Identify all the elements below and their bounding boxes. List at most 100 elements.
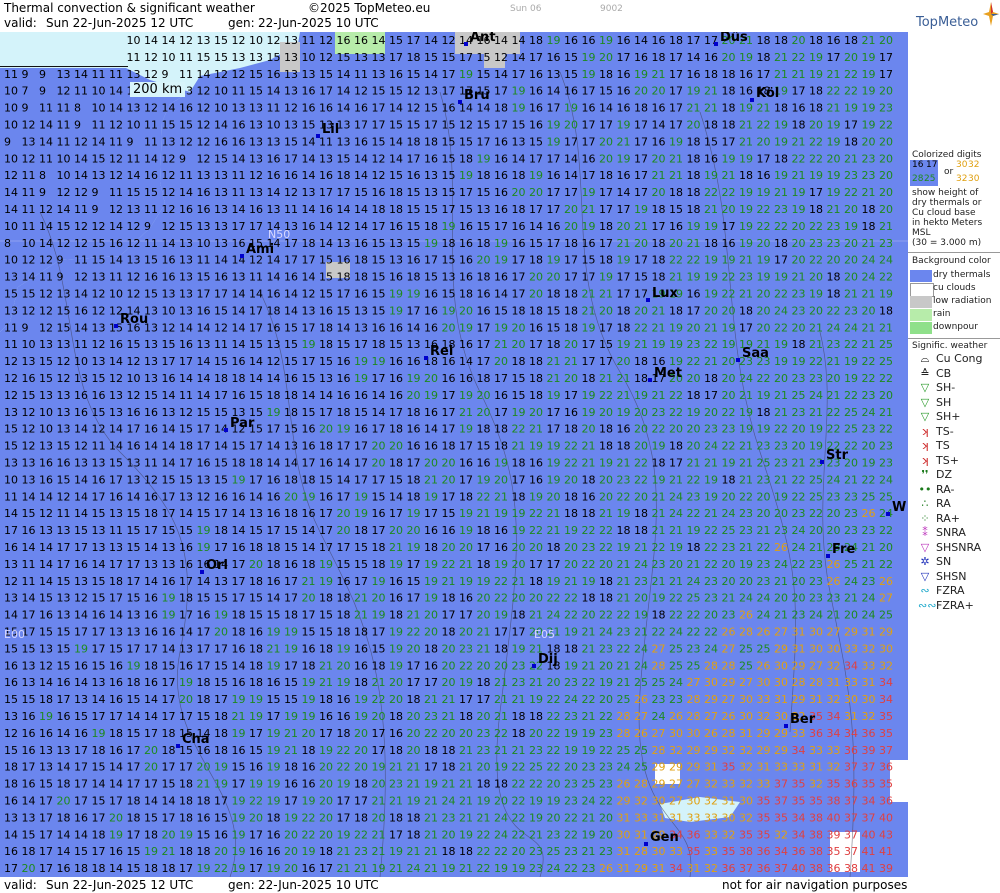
grid-value: 21 xyxy=(512,575,526,588)
city-label[interactable]: Dij xyxy=(538,652,558,667)
grid-value: 14 xyxy=(249,490,263,503)
grid-value: 22 xyxy=(774,288,788,301)
thermal-map[interactable]: 10 14 14 12 13 15 12 10 12 13 11 12 16 16 14 15 17 14 12 14… xyxy=(0,32,908,877)
grid-value: 24 xyxy=(774,304,788,317)
city-label[interactable]: Saa xyxy=(742,346,769,361)
legend-swatch xyxy=(910,270,932,282)
grid-value: 18 xyxy=(162,727,176,740)
grid-value: 20 xyxy=(407,524,421,537)
grid-value: 24 xyxy=(809,609,823,622)
grid-value: 20 xyxy=(22,862,36,875)
city-label[interactable]: Ami xyxy=(246,242,274,257)
city-label[interactable]: Gen xyxy=(650,830,679,845)
grid-value: 15 xyxy=(92,237,106,250)
grid-value: 18 xyxy=(424,642,438,655)
grid-value: 18 xyxy=(512,304,526,317)
grid-value: 13 xyxy=(39,389,53,402)
grid-value: 24 xyxy=(669,507,683,520)
city-label[interactable]: Düs xyxy=(720,32,748,45)
grid-value: 16 xyxy=(302,761,316,774)
grid-value: 14 xyxy=(57,761,71,774)
grid-value: 12 xyxy=(232,34,246,47)
grid-value: 22 xyxy=(214,862,228,875)
grid-value: 19 xyxy=(809,288,823,301)
grid-value: 17 xyxy=(162,507,176,520)
city-label[interactable]: Met xyxy=(654,366,682,381)
grid-value: 20 xyxy=(722,558,736,571)
city-label[interactable]: Orl xyxy=(206,558,228,573)
grid-value: 23 xyxy=(704,423,718,436)
grid-value: 25 xyxy=(529,761,543,774)
grid-value: 18 xyxy=(477,676,491,689)
grid-value: 22 xyxy=(564,440,578,453)
city-label[interactable]: Lil xyxy=(322,122,339,137)
city-label[interactable]: W xyxy=(892,500,906,515)
grid-value: 18 xyxy=(599,592,613,605)
grid-value: 25 xyxy=(879,355,893,368)
grid-value: 23 xyxy=(617,626,631,639)
grid-value: 25 xyxy=(687,592,701,605)
grid-value: 15 xyxy=(214,659,228,672)
grid-value: 12 xyxy=(127,288,141,301)
grid-value: 21 xyxy=(582,626,596,639)
grid-value: 21 xyxy=(634,541,648,554)
grid-value: 12 xyxy=(57,237,71,250)
city-label[interactable]: Fre xyxy=(832,542,855,557)
grid-value: 23 xyxy=(757,558,771,571)
grid-value: 16 xyxy=(302,642,316,655)
grid-value: 14 xyxy=(687,51,701,64)
grid-value: 14 xyxy=(214,119,228,132)
grid-value: 19 xyxy=(704,254,718,267)
city-label[interactable]: Ber xyxy=(790,712,815,727)
grid-value: 12 xyxy=(179,135,193,148)
grid-value: 18 xyxy=(757,406,771,419)
grid-value: 14 xyxy=(92,693,106,706)
shower-icon: ▽ xyxy=(918,396,932,409)
grid-value: 11 xyxy=(109,271,123,284)
grid-value: 17 xyxy=(599,186,613,199)
grid-value: 14 xyxy=(39,135,53,148)
city-label[interactable]: Bru xyxy=(464,88,490,103)
grid-value: 14 xyxy=(617,186,631,199)
grid-value: 23 xyxy=(617,473,631,486)
city-label[interactable]: Lux xyxy=(652,286,678,301)
grid-value: 15 xyxy=(442,507,456,520)
grid-value: 17 xyxy=(127,744,141,757)
grid-value: 22 xyxy=(494,575,508,588)
grid-value: 15 xyxy=(582,254,596,267)
legend-weather-label: TS+ xyxy=(936,454,959,467)
grid-value: 19 xyxy=(739,152,753,165)
grid-value: 22 xyxy=(302,811,316,824)
grid-value: 11 xyxy=(22,575,36,588)
city-label[interactable]: Rei xyxy=(430,344,453,359)
grid-value: 14 xyxy=(354,169,368,182)
grid-value: 18 xyxy=(564,490,578,503)
grid-value: 18 xyxy=(634,102,648,115)
grid-value: 19 xyxy=(232,811,246,824)
grid-value: 23 xyxy=(547,828,561,841)
city-marker xyxy=(736,358,740,362)
city-label[interactable]: Ant xyxy=(470,32,496,45)
grid-value: 14 xyxy=(109,85,123,98)
grid-value: 13 xyxy=(214,220,228,233)
grid-value: 21 xyxy=(669,524,683,537)
grid-value: 25 xyxy=(652,676,666,689)
grid-value: 18 xyxy=(389,423,403,436)
city-label[interactable]: Köl xyxy=(756,86,779,101)
grid-value: 20 xyxy=(722,372,736,385)
grid-value: 17 xyxy=(39,845,53,858)
city-label[interactable]: Str xyxy=(826,448,848,463)
grid-value: 23 xyxy=(792,507,806,520)
city-label[interactable]: Par xyxy=(230,416,254,431)
grid-value: 16 xyxy=(249,626,263,639)
grid-value: 19 xyxy=(372,609,386,622)
grid-value: 11 xyxy=(109,186,123,199)
city-label[interactable]: Rou xyxy=(120,312,148,327)
city-label[interactable]: Cha xyxy=(182,732,210,747)
grid-value: 19 xyxy=(389,845,403,858)
topmeteo-logo[interactable]: TopMeteo xyxy=(908,0,1000,32)
grid-value: 20 xyxy=(827,524,841,537)
grid-value: 20 xyxy=(407,389,421,402)
grid-value: 19 xyxy=(442,862,456,875)
grid-value: 17 xyxy=(179,609,193,622)
